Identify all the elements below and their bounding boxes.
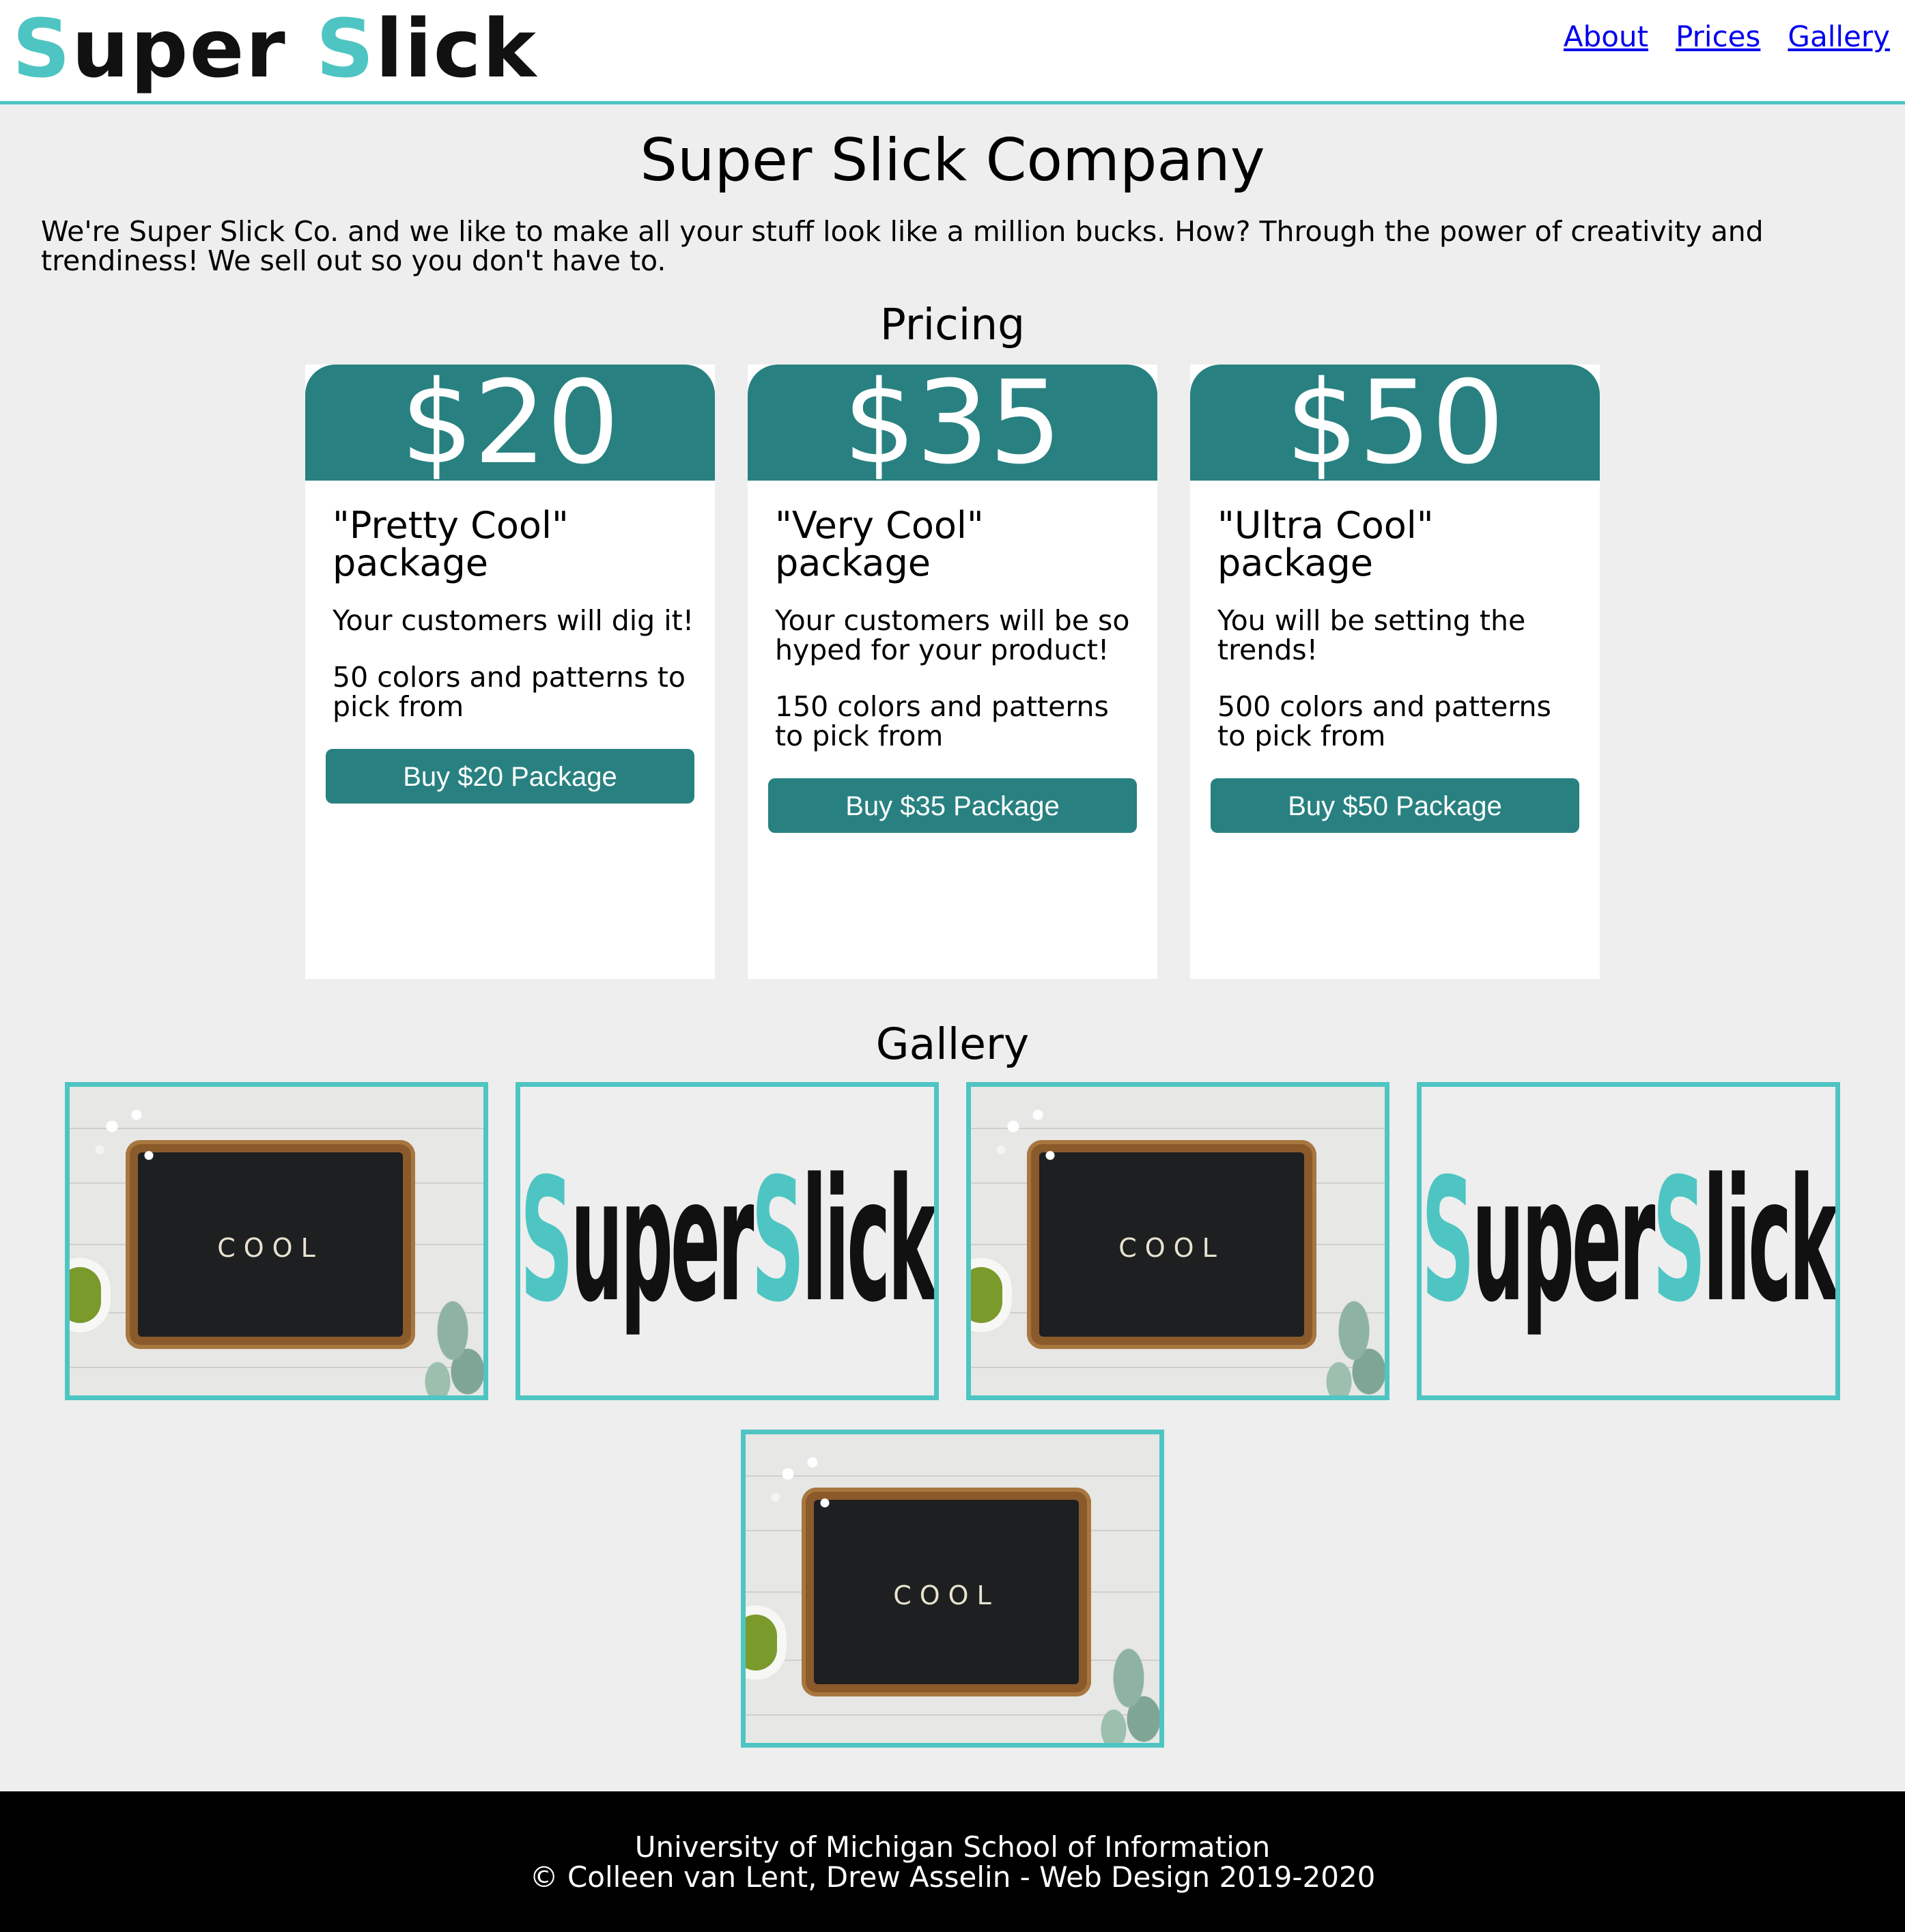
buy-20-package-button[interactable]: Buy $20 Package [326, 749, 694, 804]
buy-35-package-button[interactable]: Buy $35 Package [768, 778, 1137, 833]
logo-text-1: uper [72, 1, 316, 96]
board-word: COOL [1118, 1233, 1225, 1263]
logo-text-2: lick [802, 1143, 935, 1339]
logo-text-1: uper [570, 1143, 754, 1339]
site-header: Super Slick About Prices Gallery [0, 0, 1905, 104]
gallery-heading: Gallery [875, 1019, 1030, 1069]
package-description: Your customers will be so hyped for your… [775, 604, 1130, 666]
chalkboard-photo: COOL [971, 1087, 1385, 1395]
card-price: $20 [305, 365, 715, 481]
logo-text-2: lick [375, 1, 538, 96]
package-name: "Pretty Cool" package [333, 504, 569, 584]
pricing-card-50: $50 "Ultra Cool" package You will be set… [1190, 365, 1600, 979]
gallery-logo: Super Slick [1421, 1087, 1836, 1395]
logo-letter-s1: S [12, 1, 72, 96]
chalkboard-photo: COOL [746, 1434, 1159, 1743]
gallery-image-chalkboard[interactable]: COOL [65, 1082, 488, 1400]
package-colors: 500 colors and patterns to pick from [1217, 690, 1551, 752]
pricing-card-35: $35 "Very Cool" package Your customers w… [748, 365, 1157, 979]
nav-link-about[interactable]: About [1564, 18, 1648, 56]
intro-paragraph: We're Super Slick Co. and we like to mak… [41, 215, 1764, 277]
footer-copyright: © Colleen van Lent, Drew Asselin - Web D… [529, 1860, 1376, 1894]
package-name: "Ultra Cool" package [1217, 504, 1434, 584]
board-word: COOL [217, 1233, 324, 1263]
logo-letter-s1: S [1421, 1143, 1475, 1339]
nav-link-gallery[interactable]: Gallery [1788, 18, 1890, 56]
card-body: "Ultra Cool" package You will be setting… [1190, 481, 1600, 833]
logo-letter-s2: S [315, 1, 376, 96]
buy-50-package-button[interactable]: Buy $50 Package [1211, 778, 1579, 833]
card-price: $35 [748, 365, 1157, 481]
site-logo[interactable]: Super Slick [12, 4, 537, 93]
logo-letter-s2: S [1652, 1143, 1706, 1339]
gallery-image-chalkboard[interactable]: COOL [741, 1430, 1164, 1748]
nav-link-prices[interactable]: Prices [1676, 18, 1760, 56]
package-description: You will be setting the trends! [1217, 604, 1526, 666]
main-nav: About Prices Gallery [1564, 18, 1890, 56]
gallery-image-logo[interactable]: Super Slick [516, 1082, 939, 1400]
gallery-image-chalkboard[interactable]: COOL [966, 1082, 1389, 1400]
logo-text-1: uper [1471, 1143, 1656, 1339]
card-body: "Very Cool" package Your customers will … [748, 481, 1157, 833]
logo-letter-s2: S [751, 1143, 804, 1339]
page-title: Super Slick Company [640, 126, 1265, 195]
gallery-logo: Super Slick [520, 1087, 935, 1395]
footer-institution: University of Michigan School of Informa… [634, 1830, 1271, 1864]
card-body: "Pretty Cool" package Your customers wil… [305, 481, 715, 804]
gallery-image-logo[interactable]: Super Slick [1417, 1082, 1840, 1400]
package-colors: 150 colors and patterns to pick from [775, 690, 1109, 752]
package-name: "Very Cool" package [775, 504, 984, 584]
logo-letter-s1: S [520, 1143, 574, 1339]
logo-text-2: lick [1703, 1143, 1836, 1339]
pricing-heading: Pricing [879, 300, 1026, 350]
package-colors: 50 colors and patterns to pick from [333, 661, 686, 723]
card-price: $50 [1190, 365, 1600, 481]
site-footer: University of Michigan School of Informa… [0, 1791, 1905, 1932]
chalkboard-photo: COOL [70, 1087, 483, 1395]
board-word: COOL [893, 1580, 1000, 1610]
package-description: Your customers will dig it! [333, 604, 694, 637]
pricing-card-20: $20 "Pretty Cool" package Your customers… [305, 365, 715, 979]
